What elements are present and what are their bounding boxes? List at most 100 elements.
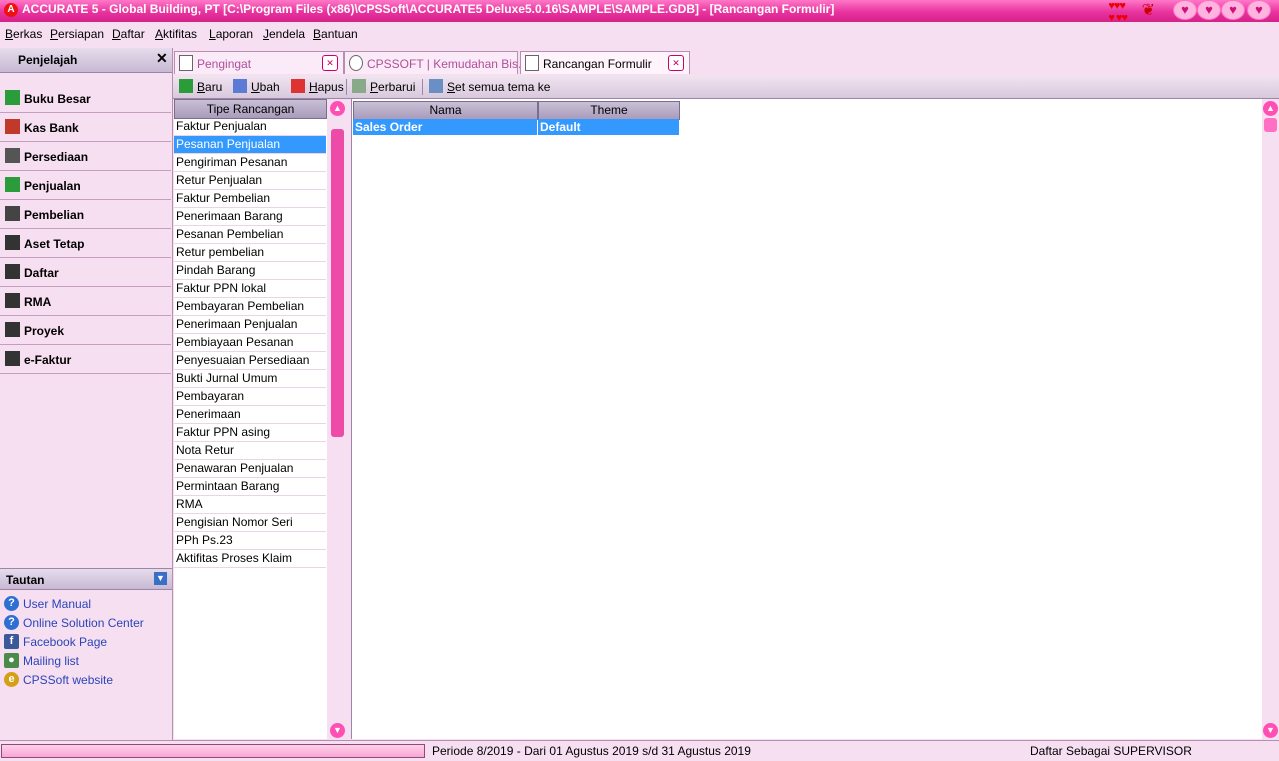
list-item[interactable]: Penerimaan <box>174 406 326 424</box>
list-item[interactable]: Pembiayaan Pesanan <box>174 334 326 352</box>
chevron-down-icon[interactable]: ▼ <box>154 572 167 585</box>
scroll-down-icon[interactable]: ▼ <box>1263 723 1278 738</box>
menu-daftar[interactable]: Daftar <box>112 27 145 41</box>
menu-bantuan[interactable]: Bantuan <box>313 27 358 41</box>
list-item[interactable]: Penerimaan Penjualan <box>174 316 326 334</box>
scroll-up-icon[interactable]: ▲ <box>1263 101 1278 116</box>
list-item[interactable]: RMA <box>174 496 326 514</box>
scroll-thumb[interactable] <box>1264 118 1277 132</box>
grid-scrollbar[interactable]: ▲ ▼ <box>1262 99 1279 740</box>
link-facebook-page[interactable]: f Facebook Page <box>0 632 170 651</box>
nav-item-persediaan[interactable]: Persediaan <box>0 142 171 171</box>
nav-item-kas-bank[interactable]: Kas Bank <box>0 113 171 142</box>
design-grid: Nama Theme Sales Order Default <box>351 99 1262 739</box>
list-item[interactable]: Bukti Jurnal Umum <box>174 370 326 388</box>
minimize-button[interactable]: ♥ <box>1173 0 1197 20</box>
scroll-thumb[interactable] <box>331 129 344 437</box>
list-item[interactable]: Pembayaran <box>174 388 326 406</box>
list-item[interactable]: Pengisian Nomor Seri <box>174 514 326 532</box>
link-online-solution-center[interactable]: ? Online Solution Center <box>0 613 170 632</box>
nav-item-aset-tetap[interactable]: Aset Tetap <box>0 229 171 258</box>
menu-persiapan[interactable]: Persiapan <box>50 27 104 41</box>
people-icon: ● <box>4 653 19 668</box>
design-type-list: Tipe Rancangan Faktur Penjualan Pesanan P… <box>174 99 327 739</box>
column-header-theme[interactable]: Theme <box>538 101 680 120</box>
tab-label: CPSSOFT | Kemudahan Bis... <box>367 57 528 71</box>
set-theme-button[interactable]: Set semua tema ke <box>429 79 550 95</box>
list-item[interactable]: Pembayaran Pembelian <box>174 298 326 316</box>
restore-button[interactable]: ♥ <box>1247 0 1271 20</box>
delete-button[interactable]: Hapus <box>291 79 346 95</box>
edit-label: Ubah <box>251 80 280 94</box>
nav-item-pembelian[interactable]: Pembelian <box>0 200 171 229</box>
type-list-scrollbar[interactable]: ▲ ▼ <box>329 99 346 740</box>
list-item[interactable]: PPh Ps.23 <box>174 532 326 550</box>
scroll-up-icon[interactable]: ▲ <box>330 101 345 116</box>
cash-bank-icon <box>5 119 20 134</box>
list-item[interactable]: Pengiriman Pesanan <box>174 154 326 172</box>
accurate-logo-icon: A <box>4 3 18 17</box>
menu-laporan[interactable]: Laporan <box>209 27 253 41</box>
list-item[interactable]: Pesanan Penjualan <box>174 136 326 154</box>
column-header-nama[interactable]: Nama <box>353 101 538 120</box>
tab-cpssoft[interactable]: CPSSOFT | Kemudahan Bis... <box>344 51 528 74</box>
tab-label: Pengingat <box>197 57 252 71</box>
menu-aktifitas[interactable]: Aktifitas <box>155 27 197 41</box>
hearts-decoration-icon: ♥♥♥ ♥ ♥♥ <box>1108 0 1128 24</box>
close-tab-icon[interactable]: ✕ <box>668 55 684 71</box>
close-explorer-icon[interactable]: ✕ <box>156 50 168 67</box>
cart-icon <box>5 206 20 221</box>
refresh-label: Perbarui <box>370 80 416 94</box>
list-item[interactable]: Faktur PPN lokal <box>174 280 326 298</box>
refresh-button[interactable]: Perbarui <box>352 79 417 95</box>
menu-berkas[interactable]: Berkas <box>5 27 42 41</box>
nav-item-buku-besar[interactable]: Buku Besar <box>0 84 171 113</box>
list-item[interactable]: Pesanan Pembelian <box>174 226 326 244</box>
list-item[interactable]: Penerimaan Barang <box>174 208 326 226</box>
nav-item-label: Aset Tetap <box>24 237 85 251</box>
close-button[interactable]: ♥ <box>1221 0 1245 20</box>
list-item[interactable]: Penyesuaian Persediaan <box>174 352 326 370</box>
nav-item-label: Persediaan <box>24 150 89 164</box>
list-item[interactable]: Retur pembelian <box>174 244 326 262</box>
menu-jendela[interactable]: Jendela <box>263 27 305 41</box>
link-user-manual[interactable]: ? User Manual <box>0 594 170 613</box>
link-mailing-list[interactable]: ● Mailing list <box>0 651 170 670</box>
link-cpssoft-website[interactable]: e CPSSoft website <box>0 670 170 689</box>
list-item[interactable]: Permintaan Barang <box>174 478 326 496</box>
nav-item-proyek[interactable]: Proyek <box>0 316 171 345</box>
links-header[interactable]: Tautan ▼ <box>0 568 172 590</box>
help-icon: ? <box>4 596 19 611</box>
tab-pengingat[interactable]: Pengingat ✕ <box>174 51 344 74</box>
maximize-button[interactable]: ♥ <box>1197 0 1221 20</box>
rma-icon <box>5 293 20 308</box>
link-label: Facebook Page <box>23 635 108 649</box>
type-list-header[interactable]: Tipe Rancangan <box>174 99 327 119</box>
delete-icon <box>291 79 305 93</box>
list-item[interactable]: Faktur Penjualan <box>174 118 326 136</box>
progress-bar <box>1 744 425 758</box>
list-item[interactable]: Nota Retur <box>174 442 326 460</box>
list-item[interactable]: Pindah Barang <box>174 262 326 280</box>
edit-button[interactable]: Ubah <box>233 79 283 95</box>
list-item[interactable]: Faktur Pembelian <box>174 190 326 208</box>
cell-theme[interactable]: Default <box>538 119 679 135</box>
list-item[interactable]: Faktur PPN asing <box>174 424 326 442</box>
nav-item-e-faktur[interactable]: e-Faktur <box>0 345 171 374</box>
new-button[interactable]: Baru <box>179 79 229 95</box>
nav-item-daftar[interactable]: Daftar <box>0 258 171 287</box>
list-item[interactable]: Retur Penjualan <box>174 172 326 190</box>
nav-item-label: RMA <box>24 295 52 309</box>
menu-bar: Berkas Persiapan Daftar Aktifitas Lapora… <box>0 22 1279 46</box>
list-item[interactable]: Penawaran Penjualan <box>174 460 326 478</box>
scroll-down-icon[interactable]: ▼ <box>330 723 345 738</box>
nav-item-rma[interactable]: RMA <box>0 287 171 316</box>
tab-rancangan-formulir[interactable]: Rancangan Formulir ✕ <box>520 51 690 74</box>
cell-nama[interactable]: Sales Order <box>353 119 537 135</box>
close-tab-icon[interactable]: ✕ <box>322 55 338 71</box>
user-status: Daftar Sebagai SUPERVISOR <box>1030 744 1192 758</box>
delete-label: Hapus <box>309 80 344 94</box>
nav-item-penjualan[interactable]: Penjualan <box>0 171 171 200</box>
list-item[interactable]: Aktifitas Proses Klaim <box>174 550 326 568</box>
nav-item-label: Proyek <box>24 324 65 338</box>
